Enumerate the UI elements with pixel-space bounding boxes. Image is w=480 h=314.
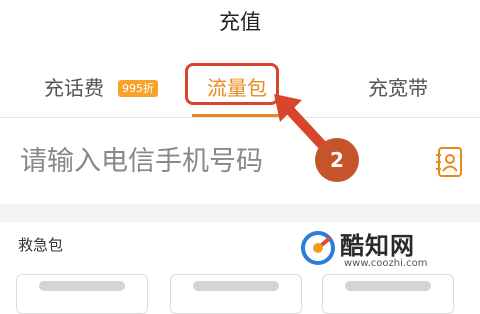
package-card[interactable] (16, 274, 148, 314)
card-label-placeholder (39, 281, 125, 291)
package-card[interactable] (170, 274, 302, 314)
package-card[interactable] (322, 274, 454, 314)
section-title: 救急包 (18, 236, 64, 254)
page-title: 充值 (219, 10, 261, 34)
watermark-name: 酷知网 (340, 232, 415, 260)
section-divider (0, 204, 480, 222)
card-label-placeholder (193, 281, 279, 291)
watermark-url: www.coozhi.com (344, 258, 428, 269)
contacts-icon[interactable] (434, 146, 464, 178)
phone-number-input[interactable] (18, 138, 412, 184)
watermark: 酷知网 www.coozhi.com (300, 226, 480, 276)
card-label-placeholder (345, 281, 431, 291)
annotation-highlight-box (185, 63, 279, 105)
watermark-logo-icon (301, 231, 335, 265)
discount-badge: 995折 (118, 80, 158, 97)
tab-broadband[interactable]: 充宽带 (368, 72, 428, 104)
tab-phone-recharge[interactable]: 充话费 (44, 72, 104, 104)
phone-input-row (0, 118, 480, 204)
